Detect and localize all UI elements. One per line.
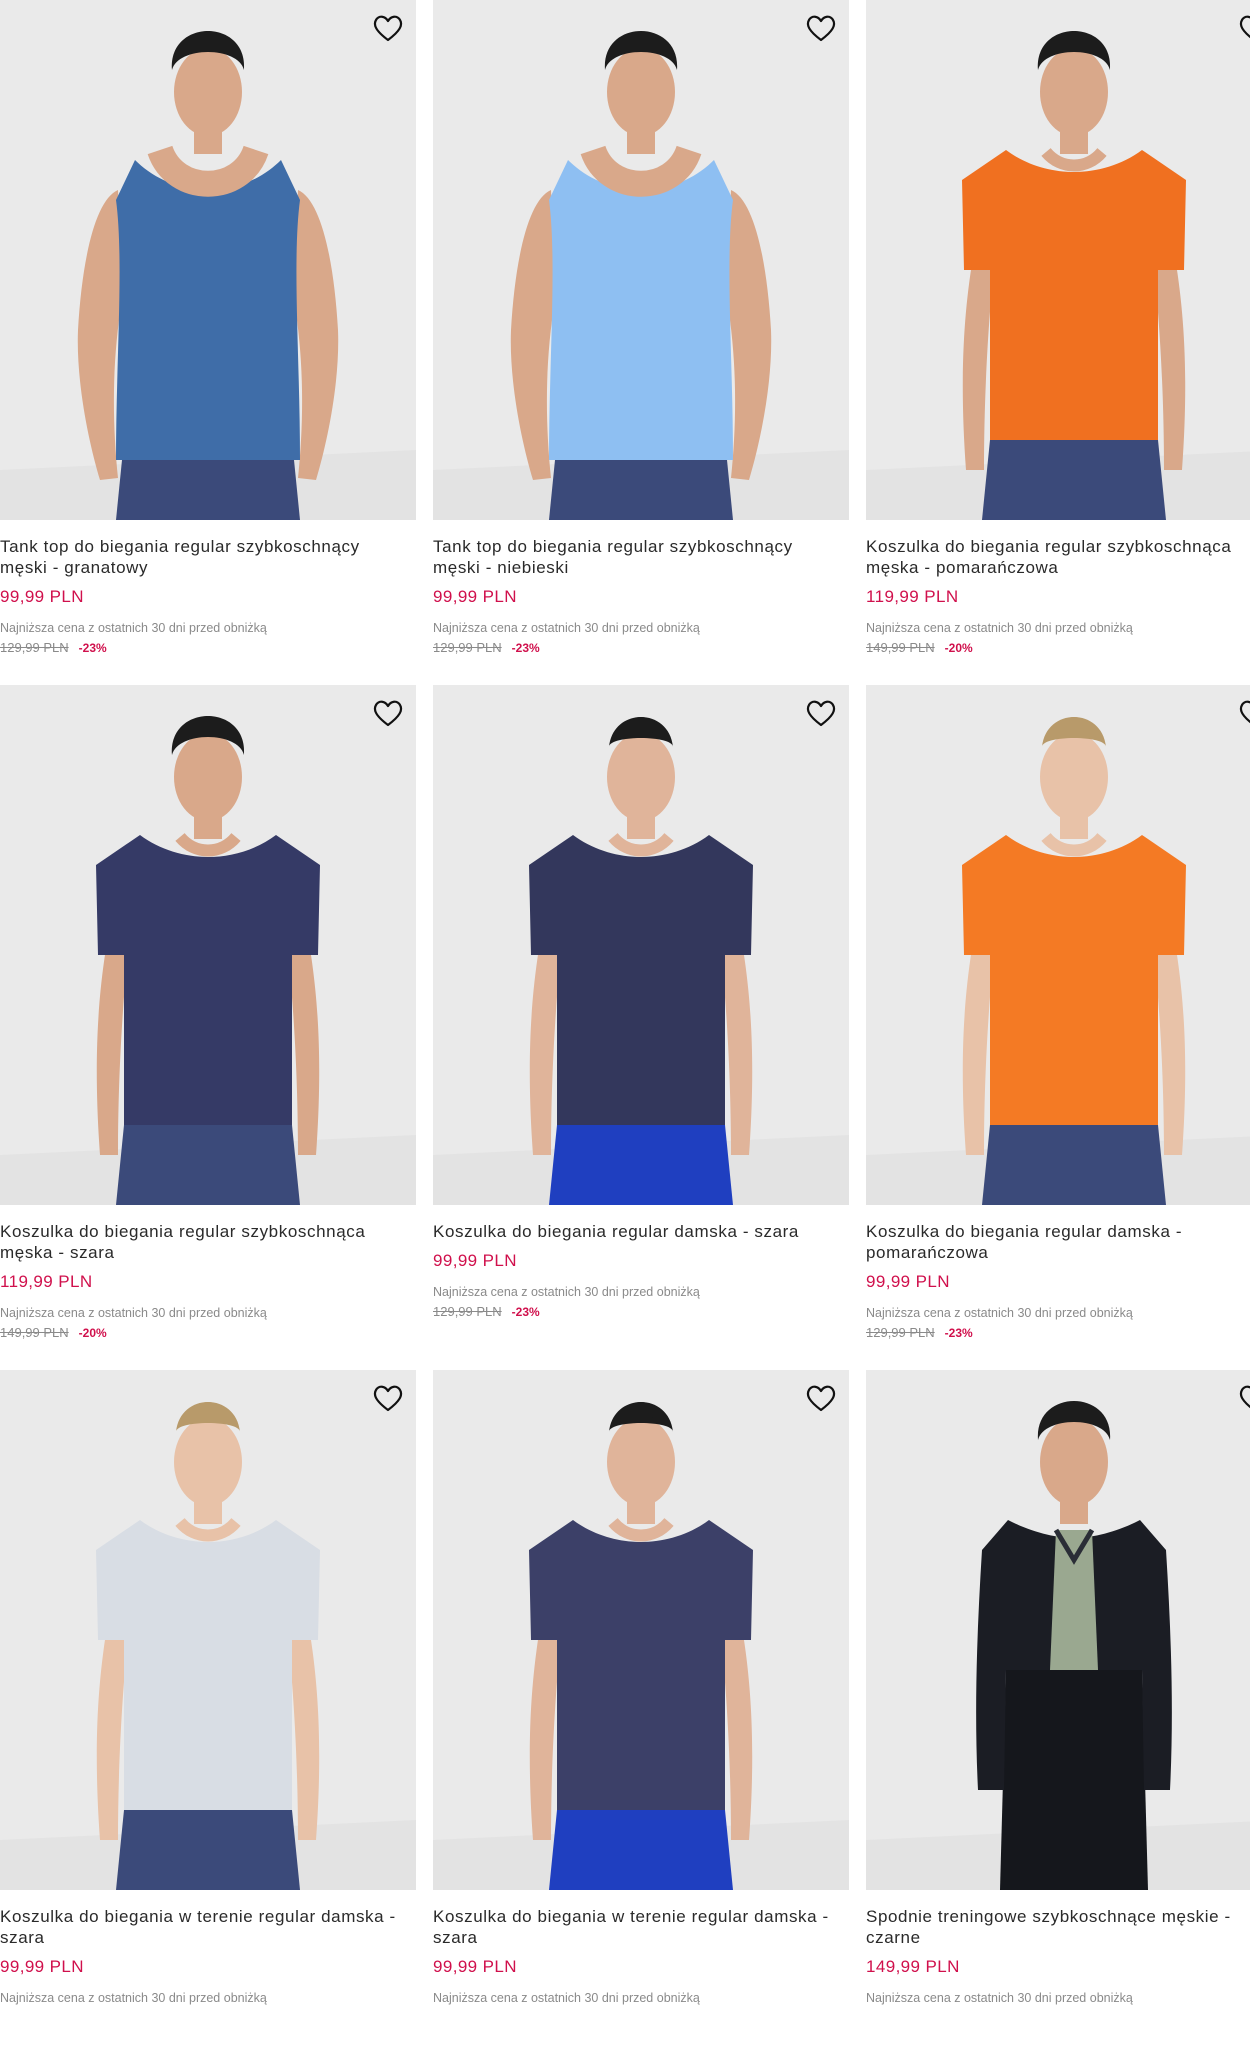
lowest-price-label: Najniższa cena z ostatnich 30 dni przed …: [0, 1306, 267, 1320]
lowest-price-label: Najniższa cena z ostatnich 30 dni przed …: [0, 621, 267, 635]
discount-badge: -20%: [78, 1325, 107, 1340]
product-card[interactable]: Spodnie treningowe szybkoschnące męskie …: [866, 1370, 1250, 2055]
product-photo-model: [866, 1370, 1250, 1890]
lowest-price-label: Najniższa cena z ostatnich 30 dni przed …: [433, 1991, 700, 2005]
product-price: 99,99 PLN: [433, 587, 517, 606]
heart-icon: [803, 1380, 839, 1416]
product-price: 99,99 PLN: [0, 587, 84, 606]
lowest-price-label: Najniższa cena z ostatnich 30 dni przed …: [433, 621, 700, 635]
product-card[interactable]: Koszulka do biegania regular szybkoschną…: [866, 0, 1250, 685]
add-to-wishlist-button[interactable]: [370, 1380, 406, 1416]
product-photo-model: [433, 0, 849, 520]
product-image[interactable]: [433, 1370, 849, 1890]
add-to-wishlist-button[interactable]: [1236, 695, 1250, 731]
product-price: 99,99 PLN: [433, 1251, 517, 1270]
product-title[interactable]: Koszulka do biegania regular szybkoschną…: [866, 536, 1250, 578]
old-price: 149,99 PLN: [0, 1325, 69, 1340]
product-title[interactable]: Koszulka do biegania w terenie regular d…: [0, 1906, 416, 1948]
discount-badge: -23%: [944, 1325, 973, 1340]
heart-icon: [1236, 695, 1250, 731]
add-to-wishlist-button[interactable]: [803, 10, 839, 46]
old-price: 149,99 PLN: [866, 640, 935, 655]
lowest-price-label: Najniższa cena z ostatnich 30 dni przed …: [866, 1306, 1133, 1320]
heart-icon: [370, 695, 406, 731]
heart-icon: [803, 695, 839, 731]
product-price: 99,99 PLN: [866, 1272, 950, 1291]
product-card[interactable]: Koszulka do biegania regular damska - sz…: [433, 685, 849, 1370]
previous-price-row: 129,99 PLN -23%: [433, 1304, 849, 1319]
product-image[interactable]: [0, 0, 416, 520]
heart-icon: [803, 10, 839, 46]
product-photo-model: [0, 685, 416, 1205]
add-to-wishlist-button[interactable]: [1236, 10, 1250, 46]
product-image[interactable]: [433, 685, 849, 1205]
product-photo-model: [0, 0, 416, 520]
product-title[interactable]: Koszulka do biegania w terenie regular d…: [433, 1906, 849, 1948]
lowest-price-label: Najniższa cena z ostatnich 30 dni przed …: [0, 1991, 267, 2005]
add-to-wishlist-button[interactable]: [803, 695, 839, 731]
product-price: 119,99 PLN: [866, 587, 959, 606]
product-image[interactable]: [866, 685, 1250, 1205]
heart-icon: [370, 10, 406, 46]
old-price: 129,99 PLN: [433, 640, 502, 655]
product-title[interactable]: Spodnie treningowe szybkoschnące męskie …: [866, 1906, 1250, 1948]
product-title[interactable]: Koszulka do biegania regular szybkoschną…: [0, 1221, 416, 1263]
product-card[interactable]: Tank top do biegania regular szybkoschną…: [0, 0, 416, 685]
product-title[interactable]: Tank top do biegania regular szybkoschną…: [0, 536, 416, 578]
discount-badge: -20%: [944, 640, 973, 655]
product-image[interactable]: [0, 1370, 416, 1890]
product-photo-model: [433, 1370, 849, 1890]
heart-icon: [1236, 10, 1250, 46]
product-photo-model: [0, 1370, 416, 1890]
previous-price-row: 129,99 PLN -23%: [0, 640, 416, 655]
product-image[interactable]: [0, 685, 416, 1205]
product-price: 119,99 PLN: [0, 1272, 93, 1291]
previous-price-row: 129,99 PLN -23%: [866, 1325, 1250, 1340]
product-price: 149,99 PLN: [866, 1957, 960, 1976]
add-to-wishlist-button[interactable]: [370, 10, 406, 46]
add-to-wishlist-button[interactable]: [803, 1380, 839, 1416]
product-card[interactable]: Tank top do biegania regular szybkoschną…: [433, 0, 849, 685]
product-price: 99,99 PLN: [433, 1957, 517, 1976]
old-price: 129,99 PLN: [866, 1325, 935, 1340]
add-to-wishlist-button[interactable]: [1236, 1380, 1250, 1416]
old-price: 129,99 PLN: [433, 1304, 502, 1319]
discount-badge: -23%: [511, 640, 540, 655]
lowest-price-label: Najniższa cena z ostatnich 30 dni przed …: [433, 1285, 700, 1299]
product-photo-model: [866, 0, 1250, 520]
product-photo-model: [866, 685, 1250, 1205]
discount-badge: -23%: [78, 640, 107, 655]
lowest-price-label: Najniższa cena z ostatnich 30 dni przed …: [866, 621, 1133, 635]
heart-icon: [370, 1380, 406, 1416]
lowest-price-label: Najniższa cena z ostatnich 30 dni przed …: [866, 1991, 1133, 2005]
product-image[interactable]: [866, 0, 1250, 520]
product-price: 99,99 PLN: [0, 1957, 84, 1976]
product-title[interactable]: Koszulka do biegania regular damska - sz…: [433, 1221, 849, 1242]
product-title[interactable]: Koszulka do biegania regular damska - po…: [866, 1221, 1250, 1263]
add-to-wishlist-button[interactable]: [370, 695, 406, 731]
product-title[interactable]: Tank top do biegania regular szybkoschną…: [433, 536, 849, 578]
product-card[interactable]: Koszulka do biegania regular damska - po…: [866, 685, 1250, 1370]
product-image[interactable]: [433, 0, 849, 520]
product-grid: Tank top do biegania regular szybkoschną…: [0, 0, 1250, 2055]
heart-icon: [1236, 1380, 1250, 1416]
product-image[interactable]: [866, 1370, 1250, 1890]
previous-price-row: 149,99 PLN -20%: [866, 640, 1250, 655]
product-card[interactable]: Koszulka do biegania w terenie regular d…: [433, 1370, 849, 2055]
product-card[interactable]: Koszulka do biegania w terenie regular d…: [0, 1370, 416, 2055]
product-card[interactable]: Koszulka do biegania regular szybkoschną…: [0, 685, 416, 1370]
product-photo-model: [433, 685, 849, 1205]
previous-price-row: 149,99 PLN -20%: [0, 1325, 416, 1340]
previous-price-row: 129,99 PLN -23%: [433, 640, 849, 655]
discount-badge: -23%: [511, 1304, 540, 1319]
old-price: 129,99 PLN: [0, 640, 69, 655]
